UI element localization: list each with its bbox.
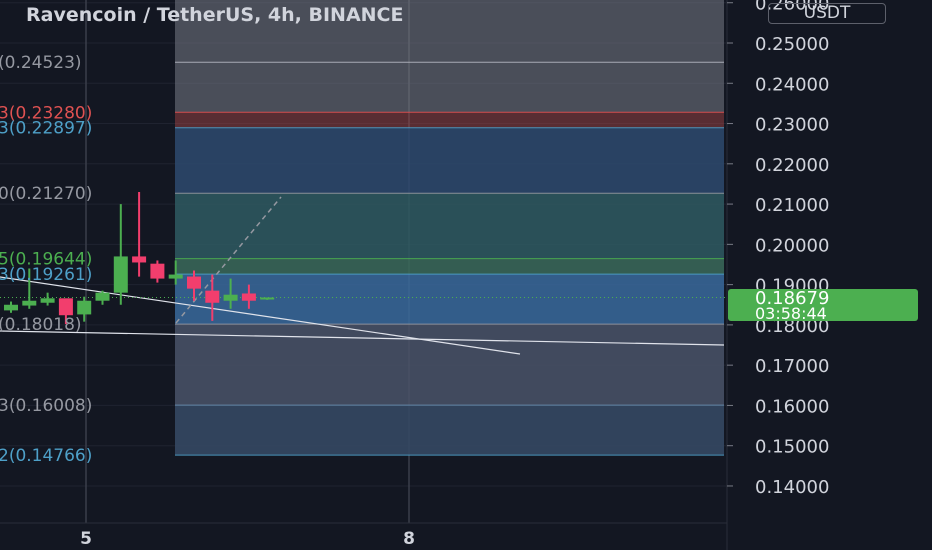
fib-level-label: 3(0.19261): [0, 265, 92, 285]
price-axis-label: 0.15000: [755, 437, 829, 458]
candle-body: [22, 300, 37, 306]
fib-zone-blue-2: [175, 274, 724, 325]
time-axis-label: 8: [403, 529, 415, 549]
fib-zone-bottom: [175, 405, 724, 456]
price-axis-label: 0.16000: [755, 396, 829, 417]
price-axis-label: 0.21000: [755, 195, 829, 216]
price-axis-label: 0.17000: [755, 356, 829, 377]
price-axis-label: 0.22000: [755, 155, 829, 176]
fib-level-label: 3(0.16008): [0, 396, 92, 416]
chart-title: Ravencoin / TetherUS, 4h, BINANCE: [26, 4, 404, 26]
price-chart[interactable]: (0.24523)3(0.23280)3(0.22897)0(0.21270)5…: [0, 0, 932, 550]
candle-body: [260, 297, 275, 300]
candle-body: [77, 300, 92, 315]
fib-zone-red: [175, 112, 724, 128]
price-axis-label: 0.23000: [755, 115, 829, 136]
last-price-badge: 0.1867903:58:44: [728, 288, 918, 323]
candle-body: [187, 276, 201, 289]
price-axis-label: 0.24000: [755, 74, 829, 95]
time-axis-label: 5: [80, 529, 92, 549]
fib-level-label: 0(0.21270): [0, 184, 92, 204]
price-axis-label: 0.25000: [755, 34, 829, 55]
fib-level-label: 3(0.22897): [0, 119, 92, 139]
candle-body: [113, 256, 128, 293]
candle-body: [40, 298, 55, 303]
fib-level-labels: (0.24523)3(0.23280)3(0.22897)0(0.21270)5…: [0, 53, 92, 466]
fib-level-label: (0.18018): [0, 315, 82, 335]
candle-body: [241, 293, 256, 301]
fib-zone-green: [175, 258, 724, 275]
price-axis-label: 0.14000: [755, 477, 829, 498]
price-axis-label: 0.20000: [755, 235, 829, 256]
candle-body: [58, 298, 73, 316]
countdown-timer: 03:58:44: [755, 304, 827, 323]
fib-zone-blue-1: [175, 127, 724, 194]
candle-body: [132, 256, 147, 263]
fib-level-label: (0.24523): [0, 53, 82, 73]
candle-body: [95, 292, 110, 301]
candle-body: [4, 304, 18, 311]
fib-level-label: 2(0.14766): [0, 446, 92, 466]
currency-button[interactable]: USDT: [768, 3, 886, 24]
candle-body: [150, 263, 165, 279]
candle-body: [205, 290, 220, 303]
candle-body: [168, 274, 183, 279]
candle-body: [223, 294, 238, 301]
fib-retracement-zones[interactable]: [175, 0, 724, 456]
